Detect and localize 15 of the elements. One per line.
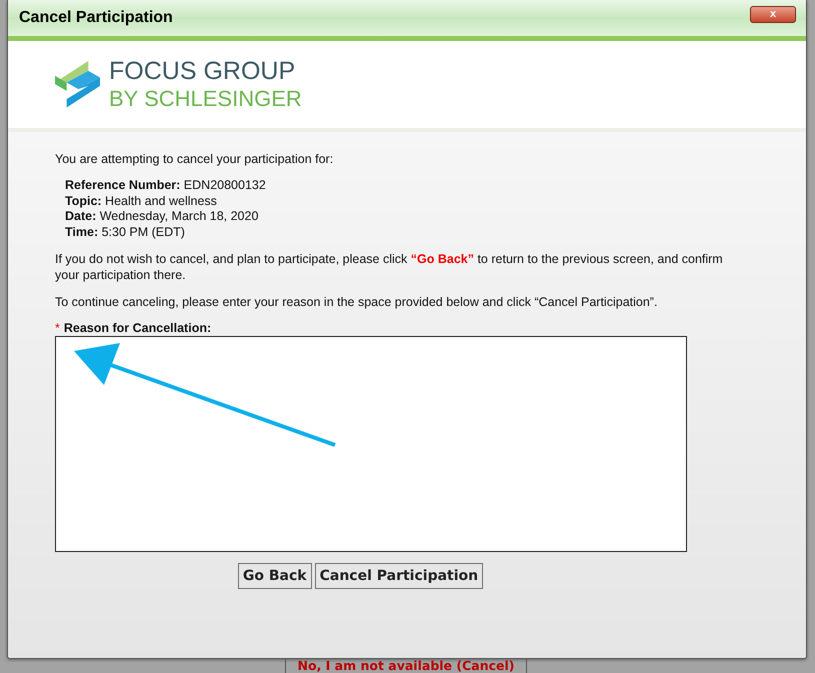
- field-label: Reason for Cancellation:: [64, 321, 212, 335]
- dialog-button[interactable]: Go Back: [238, 563, 312, 589]
- dialog-button[interactable]: Cancel Participation: [314, 563, 484, 589]
- logo-subtitle: BY SCHLESINGER: [109, 84, 302, 112]
- intro-text: You are attempting to cancel your participation for:: [55, 152, 334, 166]
- required-mark: *: [55, 321, 60, 335]
- detail-line: Reference Number: EDN20800132: [65, 178, 267, 194]
- detail-line: Date: Wednesday, March 18, 2020: [65, 209, 260, 224]
- logo-title: FOCUS GROUP: [109, 58, 296, 84]
- detail-line: Time: 5:30 PM (EDT): [65, 224, 186, 240]
- reason-field[interactable]: [55, 336, 687, 552]
- window-title: Cancel Participation: [19, 9, 173, 27]
- instruction-text: If you do not wish to cancel, and plan to participate, please click “Go Back” to return to the previous screen, and confirm your participation there.: [55, 251, 724, 283]
- detail-line: Topic: Health and wellness: [65, 194, 218, 209]
- instruction-text: To continue canceling, please enter your reason in the space provided below and click “Cancel Participation”.: [55, 294, 658, 310]
